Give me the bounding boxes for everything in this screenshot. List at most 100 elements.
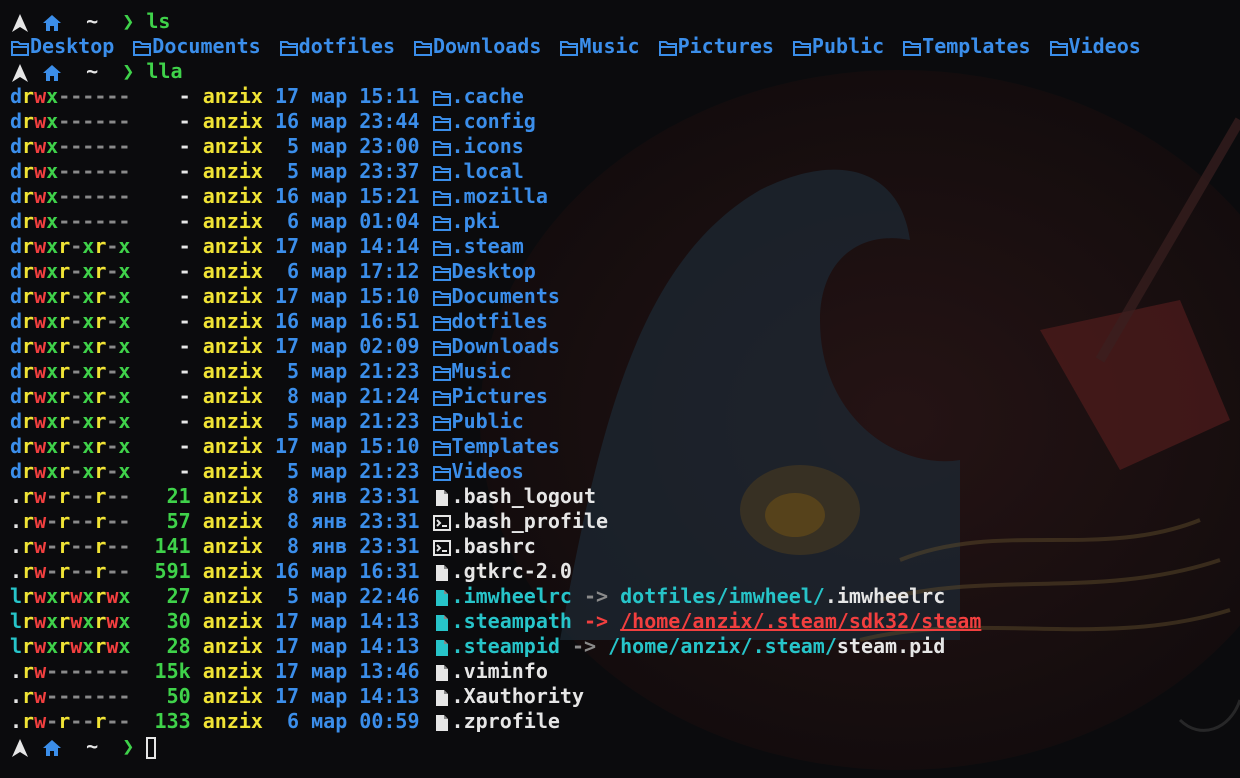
ls-item-label: Public: [811, 34, 885, 58]
ls-item-templates[interactable]: Templates: [902, 34, 1031, 58]
file-size: 133: [130, 709, 191, 733]
file-owner: anzix: [190, 309, 275, 333]
dir-name[interactable]: .steam: [452, 234, 524, 258]
ls-item-documents[interactable]: Documents: [132, 34, 261, 58]
listing-row: .rw------- 15k anzix 17 мар 13:46 .vimin…: [10, 659, 1159, 684]
listing-row: drwxr-xr-x - anzix 5 мар 21:23 Public: [10, 409, 1159, 434]
ls-item-label: Desktop: [30, 34, 115, 58]
listing-row: drwxr-xr-x - anzix 16 мар 16:51 dotfiles: [10, 309, 1159, 334]
dir-name[interactable]: .icons: [452, 134, 524, 158]
permissions: drwxr-xr-x: [10, 359, 131, 383]
arch-icon: [10, 13, 30, 33]
file-name[interactable]: .steampath: [452, 609, 572, 633]
link-arrow: ->: [571, 609, 621, 633]
folder-icon: [432, 363, 452, 383]
dir-name[interactable]: Downloads: [452, 334, 560, 358]
ls-item-videos[interactable]: Videos: [1049, 34, 1141, 58]
file-size: -: [130, 84, 191, 108]
file-name[interactable]: .steampid: [452, 634, 560, 658]
file-size: -: [130, 184, 191, 208]
dir-name[interactable]: .pki: [452, 209, 500, 233]
file-owner: anzix: [190, 659, 275, 683]
link-target-file[interactable]: .imwheelrc: [825, 584, 945, 608]
terminal-cursor[interactable]: [146, 736, 157, 759]
file-size: -: [130, 109, 191, 133]
ls-item-label: Videos: [1068, 34, 1141, 58]
mod-day: 17: [274, 609, 300, 633]
file-icon: [432, 688, 452, 708]
permissions: drwx------: [10, 209, 131, 233]
mod-month: мар: [299, 709, 360, 733]
file-size: 27: [130, 584, 191, 608]
dir-name[interactable]: Music: [452, 359, 512, 383]
ls-item-downloads[interactable]: Downloads: [413, 34, 541, 58]
mod-day: 17: [274, 334, 300, 358]
file-name[interactable]: .bashrc: [452, 534, 536, 558]
permissions: .rw-r--r--: [10, 484, 131, 508]
ls-item-public[interactable]: Public: [792, 34, 884, 58]
prompt-symbol: ❯: [122, 9, 147, 33]
listing-row: drwxr-xr-x - anzix 5 мар 21:23 Music: [10, 359, 1159, 384]
file-name[interactable]: .bash_profile: [452, 509, 609, 533]
folder-icon: [279, 38, 299, 58]
ls-item-music[interactable]: Music: [559, 34, 640, 58]
link-target-file[interactable]: steam.pid: [837, 634, 945, 658]
dir-name[interactable]: Templates: [452, 434, 560, 458]
file-name[interactable]: .Xauthority: [452, 684, 584, 708]
dir-name[interactable]: .cache: [452, 84, 524, 108]
mod-day: 17: [274, 284, 300, 308]
link-target-dir[interactable]: /home/anzix/.steam/: [608, 634, 837, 658]
listing-row: .rw-r--r-- 133 anzix 6 мар 00:59 .zprofi…: [10, 709, 1159, 734]
mod-month: мар: [299, 259, 360, 283]
file-size: 15k: [130, 659, 191, 683]
mod-day: 5: [274, 584, 300, 608]
file-owner: anzix: [190, 609, 275, 633]
file-icon: [432, 613, 452, 633]
dir-name[interactable]: Pictures: [452, 384, 548, 408]
file-name[interactable]: .viminfo: [452, 659, 548, 683]
listing-row: drwxr-xr-x - anzix 6 мар 17:12 Desktop: [10, 259, 1159, 284]
dir-name[interactable]: dotfiles: [452, 309, 548, 333]
link-target-dir[interactable]: dotfiles/imwheel/: [620, 584, 825, 608]
folder-icon: [432, 438, 452, 458]
permissions: drwx------: [10, 109, 131, 133]
mod-day: 8: [274, 534, 300, 558]
prompt-line: ~ ❯ ls: [10, 9, 1159, 34]
dir-name[interactable]: Public: [452, 409, 524, 433]
folder-icon: [432, 163, 452, 183]
ls-item-dotfiles[interactable]: dotfiles: [279, 34, 395, 58]
folder-icon: [792, 38, 812, 58]
ls-item-label: Pictures: [677, 34, 774, 58]
file-name[interactable]: .zprofile: [452, 709, 560, 733]
file-owner: anzix: [190, 559, 275, 583]
dir-name[interactable]: Desktop: [452, 259, 536, 283]
listing-row: .rw-r--r-- 21 anzix 8 янв 23:31 .bash_lo…: [10, 484, 1159, 509]
link-arrow: ->: [571, 584, 621, 608]
mod-time: 21:24: [359, 384, 432, 408]
file-icon: [432, 663, 452, 683]
mod-month: мар: [299, 284, 360, 308]
ls-item-label: Documents: [152, 34, 261, 58]
dir-name[interactable]: .local: [452, 159, 524, 183]
permissions: drwxr-xr-x: [10, 459, 131, 483]
ls-item-pictures[interactable]: Pictures: [658, 34, 774, 58]
terminal-icon: [432, 538, 452, 558]
dir-name[interactable]: Documents: [452, 284, 560, 308]
permissions: .rw-r--r--: [10, 709, 131, 733]
mod-month: мар: [299, 459, 360, 483]
folder-icon: [432, 213, 452, 233]
link-target-dir[interactable]: /home/anzix/.steam/sdk32/steam: [620, 609, 981, 633]
file-size: 141: [130, 534, 191, 558]
file-size: -: [130, 234, 191, 258]
dir-name[interactable]: .config: [452, 109, 536, 133]
file-name[interactable]: .gtkrc-2.0: [452, 559, 572, 583]
ls-item-desktop[interactable]: Desktop: [10, 34, 114, 58]
file-name[interactable]: .bash_logout: [452, 484, 597, 508]
file-icon: [432, 588, 452, 608]
file-name[interactable]: .imwheelrc: [452, 584, 572, 608]
mod-month: мар: [299, 334, 360, 358]
dir-name[interactable]: Videos: [452, 459, 524, 483]
dir-name[interactable]: .mozilla: [452, 184, 548, 208]
home-icon: [42, 63, 62, 83]
mod-day: 17: [274, 434, 300, 458]
